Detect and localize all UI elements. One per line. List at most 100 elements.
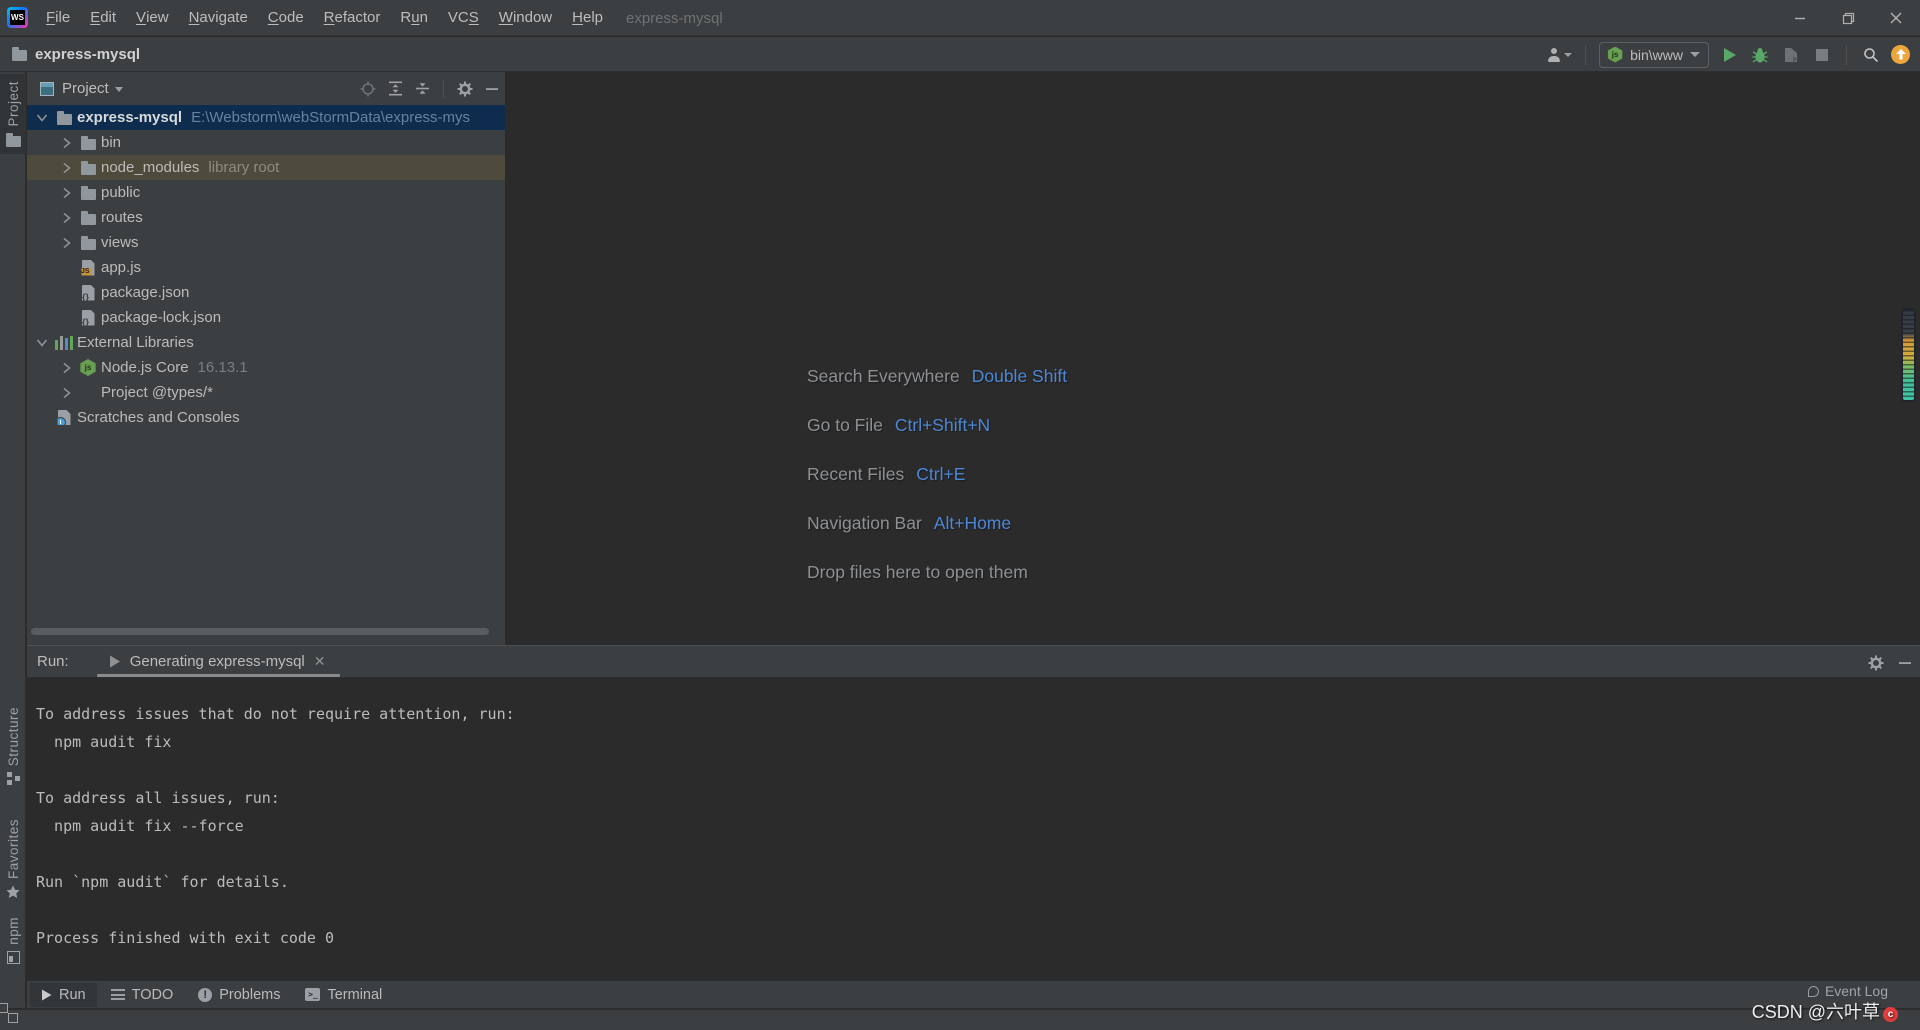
hide-run-panel-button[interactable] — [1898, 656, 1912, 670]
hide-panel-button[interactable] — [485, 82, 499, 96]
chevron-right-icon[interactable] — [55, 237, 77, 249]
event-log-label: Event Log — [1825, 983, 1888, 999]
tree-row[interactable]: routes — [27, 205, 505, 230]
stripe-button-project[interactable]: Project — [0, 74, 26, 154]
chevron-right-icon[interactable] — [55, 187, 77, 199]
collapse-all-button[interactable] — [415, 81, 430, 96]
tree-row[interactable]: public — [27, 180, 505, 205]
tool-window-button-run[interactable]: Run — [30, 983, 97, 1007]
folder-icon — [81, 139, 96, 150]
tree-item-detail: library root — [208, 159, 279, 176]
tool-window-button-label: Problems — [219, 987, 280, 1003]
tree-row[interactable]: node_modules library root — [27, 155, 505, 180]
tree-row[interactable]: Project @types/* — [27, 380, 505, 405]
menu-item-navigate[interactable]: Navigate — [179, 0, 258, 35]
tree-row[interactable]: views — [27, 230, 505, 255]
tree-row[interactable]: express-mysql E:\Webstorm\webStormData\ex… — [27, 105, 505, 130]
debug-button[interactable] — [1749, 44, 1771, 66]
menu-bar: FileEditViewNavigateCodeRefactorRunVCSWi… — [36, 0, 613, 35]
chevron-right-icon[interactable] — [55, 137, 77, 149]
chevron-right-icon[interactable] — [55, 212, 77, 224]
update-available-button[interactable] — [1891, 45, 1910, 64]
nodejs-icon: js — [80, 359, 97, 376]
menu-item-window[interactable]: Window — [489, 0, 562, 35]
tree-row[interactable]: {}package-lock.json — [27, 305, 505, 330]
tree-item-label: express-mysql — [77, 109, 182, 126]
menu-item-view[interactable]: View — [126, 0, 179, 35]
tree-item-label: bin — [101, 134, 121, 151]
stripe-button-structure[interactable]: Structure — [0, 700, 26, 792]
window-controls — [1776, 0, 1920, 36]
close-tab-icon[interactable]: ✕ — [314, 653, 326, 670]
chevron-right-icon[interactable] — [55, 162, 77, 174]
navigation-breadcrumb[interactable]: express-mysql — [12, 46, 140, 63]
minimize-button[interactable] — [1776, 0, 1824, 36]
tree-item-label: node_modules — [101, 159, 199, 176]
chevron-down-icon — [1690, 52, 1700, 57]
menu-item-vcs[interactable]: VCS — [438, 0, 489, 35]
menu-item-run[interactable]: Run — [390, 0, 438, 35]
chevron-down-icon[interactable] — [31, 338, 53, 347]
panel-settings-button[interactable] — [457, 81, 473, 97]
chevron-right-icon[interactable] — [55, 362, 77, 374]
window-title: express-mysql — [626, 0, 723, 36]
tool-window-button-problems[interactable]: !Problems — [187, 983, 291, 1007]
restore-button[interactable] — [1824, 0, 1872, 36]
scrollbar-marker-widget[interactable] — [1901, 308, 1916, 402]
run-configuration-select[interactable]: js bin\www — [1599, 42, 1709, 68]
run-console-output[interactable]: To address issues that do not require at… — [27, 679, 1920, 980]
project-tool-window: Project express- — [27, 72, 506, 645]
run-panel-settings-button[interactable] — [1868, 655, 1884, 671]
tree-item-icon — [77, 236, 99, 250]
menu-item-edit[interactable]: Edit — [80, 0, 126, 35]
tree-row[interactable]: {}package.json — [27, 280, 505, 305]
run-console-tab[interactable]: Generating express-mysql ✕ — [97, 646, 340, 677]
horizontal-scrollbar[interactable] — [31, 628, 489, 635]
tool-window-button-terminal[interactable]: >_Terminal — [294, 983, 393, 1007]
user-account-button[interactable] — [1547, 48, 1572, 62]
chevron-down-icon[interactable] — [31, 113, 53, 122]
breadcrumb-project-name: express-mysql — [35, 46, 140, 63]
tree-item-icon — [77, 186, 99, 200]
project-tree: express-mysql E:\Webstorm\webStormData\ex… — [27, 105, 505, 645]
project-panel-title[interactable]: Project — [62, 80, 109, 97]
stripe-button-npm[interactable]: npm — [0, 910, 26, 971]
tree-row[interactable]: jsNode.js Core16.13.1 — [27, 355, 505, 380]
tree-row[interactable]: JSapp.js — [27, 255, 505, 280]
tool-window-button-todo[interactable]: TODO — [100, 983, 185, 1007]
project-panel-actions — [360, 72, 499, 105]
close-button[interactable] — [1872, 0, 1920, 36]
stripe-label: Structure — [6, 707, 21, 766]
stripe-button-favorites[interactable]: Favorites — [0, 812, 26, 906]
event-log-button[interactable]: Event Log — [1808, 983, 1888, 999]
favorites-star-icon — [6, 885, 20, 899]
stop-button[interactable] — [1811, 44, 1833, 66]
menu-item-file[interactable]: File — [36, 0, 80, 35]
console-line — [36, 896, 1920, 924]
tree-row[interactable]: External Libraries — [27, 330, 505, 355]
run-button[interactable] — [1718, 44, 1740, 66]
console-line: Run `npm audit` for details. — [36, 868, 1920, 896]
shortcut-keys: Ctrl+E — [916, 464, 965, 485]
run-tool-window: Run: Generating express-mysql ✕ To addre… — [27, 645, 1920, 980]
tool-window-button-label: Run — [59, 987, 86, 1003]
search-everywhere-button[interactable] — [1860, 44, 1882, 66]
tree-item-label: Scratches and Consoles — [77, 409, 240, 426]
chevron-down-icon[interactable] — [115, 87, 123, 92]
shortcut-hint-line: Drop files here to open them — [807, 562, 1067, 611]
tree-item-icon: {} — [77, 285, 99, 301]
run-with-coverage-button[interactable] — [1780, 44, 1802, 66]
menu-item-help[interactable]: Help — [562, 0, 613, 35]
tree-row[interactable]: Scratches and Consoles — [27, 405, 505, 430]
status-bar — [0, 1009, 1920, 1030]
nodejs-icon: js — [1607, 47, 1623, 63]
csdn-logo-icon: c — [1883, 1007, 1898, 1022]
tree-item-detail: E:\Webstorm\webStormData\express-mys — [191, 109, 470, 126]
tree-row[interactable]: bin — [27, 130, 505, 155]
tree-item-icon — [53, 410, 75, 425]
menu-item-refactor[interactable]: Refactor — [314, 0, 391, 35]
expand-all-button[interactable] — [388, 81, 403, 96]
locate-file-button[interactable] — [360, 81, 376, 97]
menu-item-code[interactable]: Code — [258, 0, 314, 35]
chevron-right-icon[interactable] — [55, 387, 77, 399]
